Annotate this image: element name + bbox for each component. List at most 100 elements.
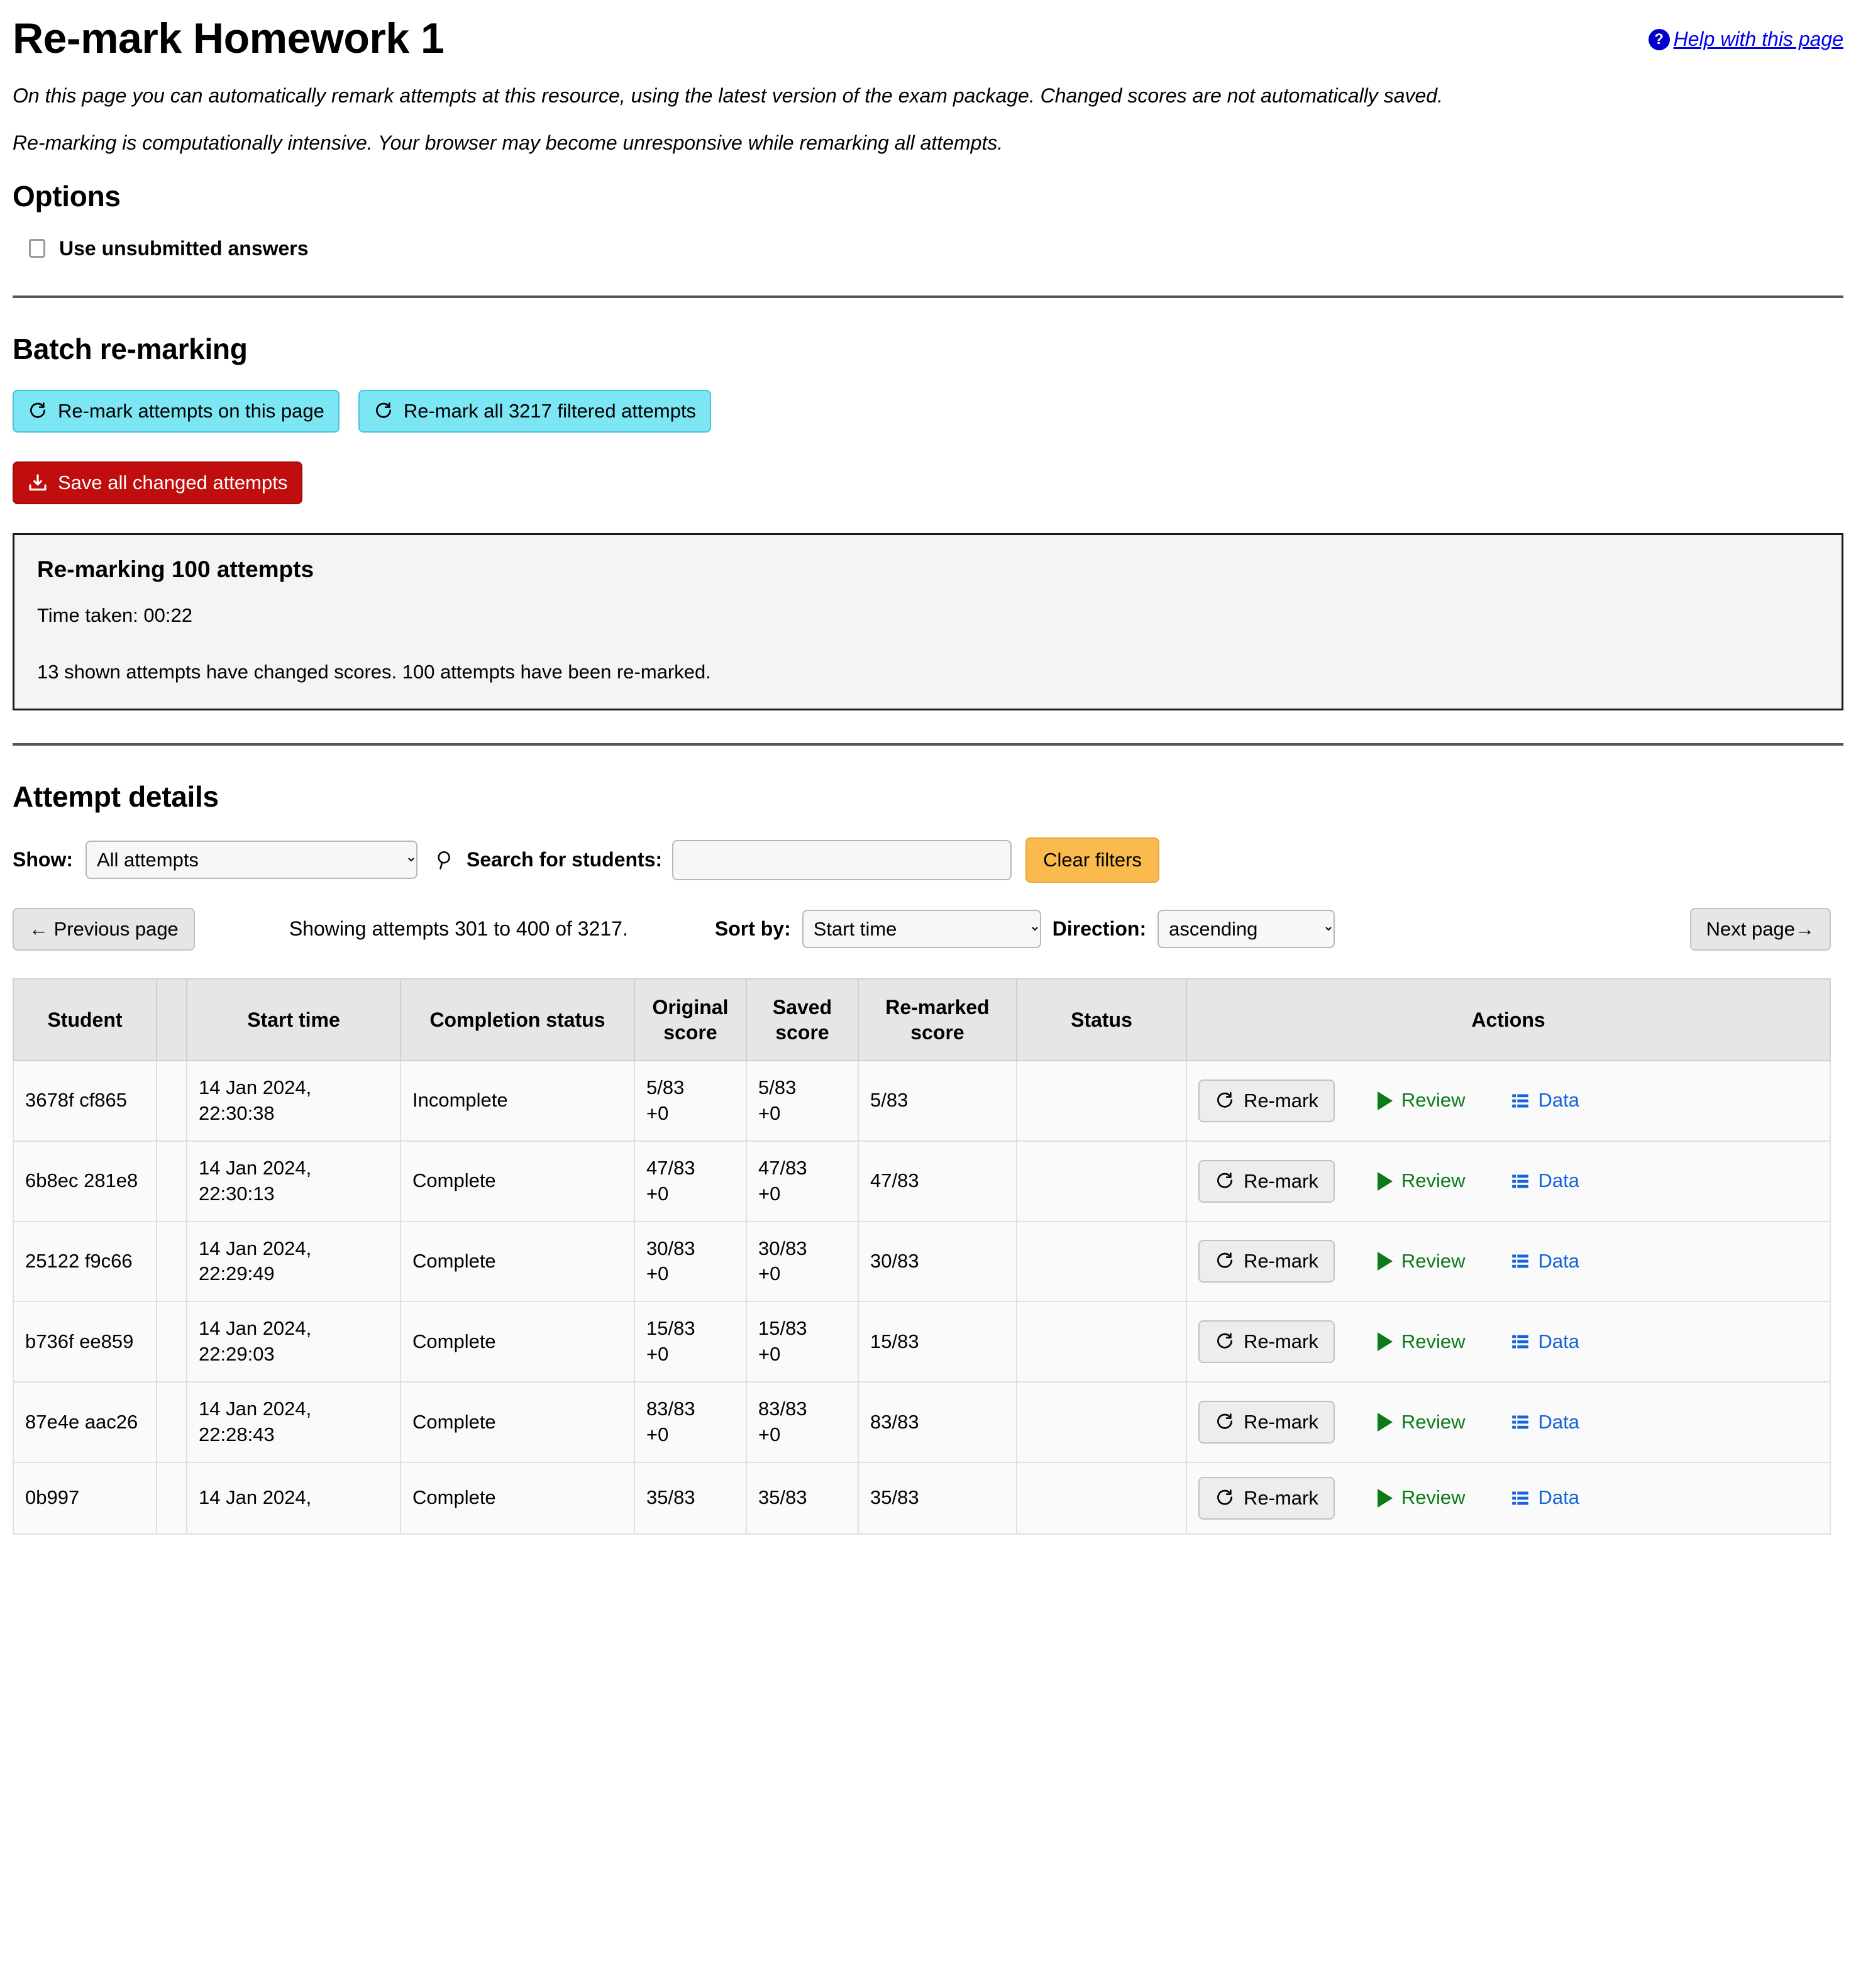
row-remark-button[interactable]: Re-mark: [1198, 1477, 1335, 1520]
row-remark-button[interactable]: Re-mark: [1198, 1080, 1335, 1122]
cell-saved-score: 30/83+0: [746, 1222, 858, 1302]
col-header-status[interactable]: Status: [1017, 979, 1186, 1061]
option-use-unsubmitted-answers[interactable]: Use unsubmitted answers: [13, 237, 1843, 260]
table-header-row: Student Start time Completion status Ori…: [13, 979, 1830, 1061]
row-data-label: Data: [1538, 1485, 1579, 1511]
row-review-link[interactable]: Review: [1378, 1249, 1466, 1274]
remarking-progress-title: Re-marking 100 attempts: [37, 556, 1819, 583]
cell-start-time: 14 Jan 2024, 22:30:13: [187, 1141, 400, 1222]
cell-student: 25122 f9c66: [13, 1222, 157, 1302]
play-icon: [1378, 1091, 1393, 1110]
remarking-summary-note: 13 shown attempts have changed scores. 1…: [37, 661, 1819, 683]
play-icon: [1378, 1172, 1393, 1191]
col-header-completion-status[interactable]: Completion status: [400, 979, 634, 1061]
cell-remarked-score: 83/83: [858, 1382, 1017, 1462]
row-review-link[interactable]: Review: [1378, 1088, 1466, 1113]
col-header-student[interactable]: Student: [13, 979, 157, 1061]
row-actions: Re-mark Review Data: [1198, 1160, 1818, 1203]
col-header-original-score[interactable]: Original score: [634, 979, 746, 1061]
options-heading: Options: [13, 179, 1843, 213]
table-row: 6b8ec 281e814 Jan 2024, 22:30:13Complete…: [13, 1141, 1830, 1222]
direction-label: Direction:: [1052, 917, 1146, 941]
remark-attempts-on-page-button[interactable]: Re-mark attempts on this page: [13, 390, 340, 433]
cell-status: [1017, 1301, 1186, 1382]
row-remark-label: Re-mark: [1244, 1411, 1318, 1433]
row-remark-label: Re-mark: [1244, 1250, 1318, 1273]
cell-actions: Re-mark Review Data: [1186, 1382, 1830, 1462]
col-header-saved-score[interactable]: Saved score: [746, 979, 858, 1061]
help-with-this-page-link[interactable]: ? Help with this page: [1649, 28, 1843, 51]
row-remark-button[interactable]: Re-mark: [1198, 1401, 1335, 1444]
row-data-link[interactable]: Data: [1511, 1485, 1579, 1511]
use-unsubmitted-answers-checkbox[interactable]: [29, 239, 45, 258]
divider-1: [13, 295, 1843, 298]
attempt-details-heading: Attempt details: [13, 780, 1843, 814]
cell-blank: [157, 1141, 187, 1222]
row-review-link[interactable]: Review: [1378, 1168, 1466, 1194]
cell-actions: Re-mark Review Data: [1186, 1222, 1830, 1302]
cell-original-score: 30/83+0: [634, 1222, 746, 1302]
cell-saved-score: 47/83+0: [746, 1141, 858, 1222]
previous-page-button[interactable]: ← Previous page: [13, 908, 195, 951]
cell-completion-status: Complete: [400, 1462, 634, 1534]
cell-blank: [157, 1301, 187, 1382]
row-remark-button[interactable]: Re-mark: [1198, 1320, 1335, 1363]
clear-filters-button[interactable]: Clear filters: [1025, 837, 1159, 883]
remark-attempts-on-page-label: Re-mark attempts on this page: [58, 401, 324, 421]
next-page-button[interactable]: Next page→: [1690, 908, 1831, 951]
row-data-link[interactable]: Data: [1511, 1329, 1579, 1355]
row-data-link[interactable]: Data: [1511, 1410, 1579, 1435]
page-title: Re-mark Homework 1: [13, 0, 1843, 61]
row-remark-button[interactable]: Re-mark: [1198, 1160, 1335, 1203]
play-icon: [1378, 1252, 1393, 1271]
show-filter-select[interactable]: All attempts: [86, 841, 417, 879]
search-for-students-label: Search for students:: [467, 848, 662, 871]
batch-remarking-heading: Batch re-marking: [13, 332, 1843, 366]
sort-controls: Sort by: Start time Direction: ascending: [715, 910, 1335, 948]
cell-status: [1017, 1462, 1186, 1534]
row-actions: Re-mark Review Data: [1198, 1401, 1818, 1444]
time-taken-label: Time taken: 00:22: [37, 604, 192, 627]
row-review-link[interactable]: Review: [1378, 1329, 1466, 1355]
sort-by-select[interactable]: Start time: [802, 910, 1041, 948]
list-icon: [1511, 1333, 1530, 1350]
cell-actions: Re-mark Review Data: [1186, 1061, 1830, 1141]
save-all-changed-attempts-button[interactable]: Save all changed attempts: [13, 461, 302, 504]
cell-start-time: 14 Jan 2024, 22:28:43: [187, 1382, 400, 1462]
direction-select[interactable]: ascending: [1157, 910, 1335, 948]
row-actions: Re-mark Review Data: [1198, 1080, 1818, 1122]
save-all-changed-attempts-label: Save all changed attempts: [58, 473, 287, 492]
row-data-link[interactable]: Data: [1511, 1249, 1579, 1274]
col-header-start-time[interactable]: Start time: [187, 979, 400, 1061]
show-label: Show:: [13, 848, 73, 871]
cell-status: [1017, 1061, 1186, 1141]
use-unsubmitted-answers-label: Use unsubmitted answers: [59, 237, 309, 260]
divider-2: [13, 743, 1843, 746]
col-header-remarked-score[interactable]: Re-marked score: [858, 979, 1017, 1061]
cell-status: [1017, 1222, 1186, 1302]
row-review-label: Review: [1401, 1485, 1466, 1511]
cell-actions: Re-mark Review Data: [1186, 1462, 1830, 1534]
row-remark-button[interactable]: Re-mark: [1198, 1240, 1335, 1283]
row-actions: Re-mark Review Data: [1198, 1240, 1818, 1283]
row-data-link[interactable]: Data: [1511, 1168, 1579, 1194]
remark-all-filtered-attempts-button[interactable]: Re-mark all 3217 filtered attempts: [358, 390, 711, 433]
play-icon: [1378, 1332, 1393, 1351]
row-actions: Re-mark Review Data: [1198, 1320, 1818, 1363]
cell-student: 3678f cf865: [13, 1061, 157, 1141]
remark-all-filtered-attempts-label: Re-mark all 3217 filtered attempts: [404, 401, 696, 421]
row-data-link[interactable]: Data: [1511, 1088, 1579, 1113]
refresh-icon: [373, 401, 394, 421]
row-review-label: Review: [1401, 1249, 1466, 1274]
cell-start-time: 14 Jan 2024, 22:29:03: [187, 1301, 400, 1382]
row-review-label: Review: [1401, 1088, 1466, 1113]
list-icon: [1511, 1489, 1530, 1507]
row-review-link[interactable]: Review: [1378, 1410, 1466, 1435]
row-review-link[interactable]: Review: [1378, 1485, 1466, 1511]
play-icon: [1378, 1413, 1393, 1432]
list-icon: [1511, 1092, 1530, 1110]
cell-actions: Re-mark Review Data: [1186, 1301, 1830, 1382]
cell-completion-status: Complete: [400, 1301, 634, 1382]
cell-blank: [157, 1222, 187, 1302]
search-students-input[interactable]: [672, 840, 1012, 880]
